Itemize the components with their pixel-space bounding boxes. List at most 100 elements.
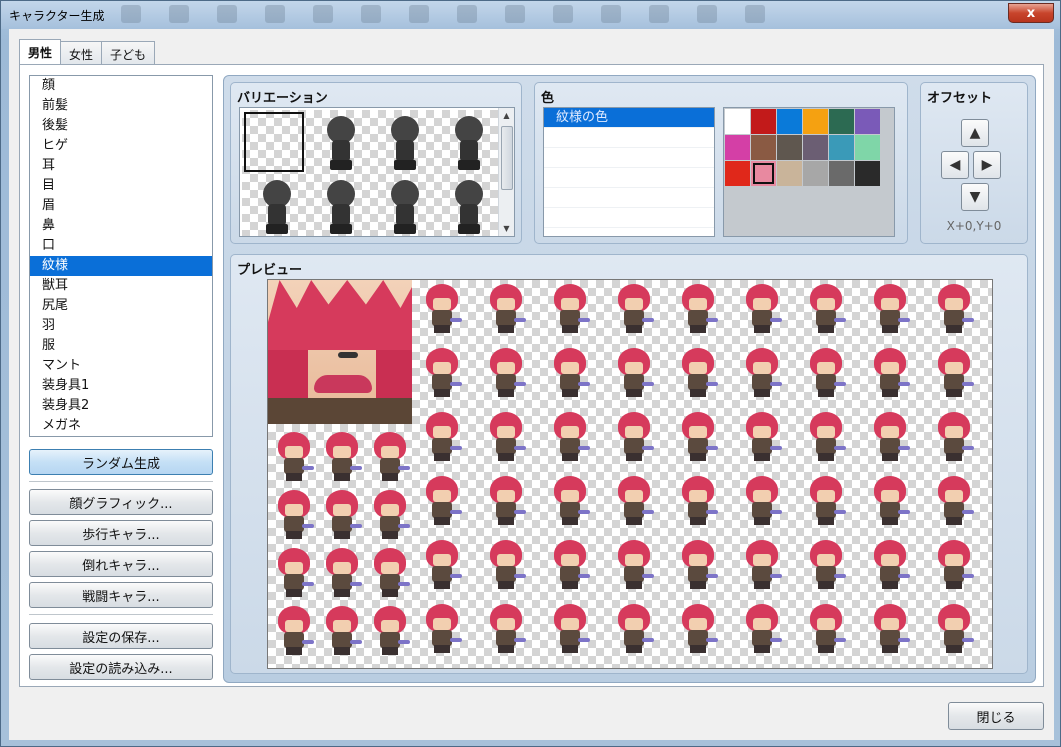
- part-item[interactable]: 羽: [30, 316, 212, 336]
- title-bar[interactable]: キャラクター生成 x: [1, 1, 1060, 29]
- battle-chara-button[interactable]: 戦闘キャラ...: [29, 582, 213, 608]
- part-item[interactable]: 鼻: [30, 216, 212, 236]
- tab-male[interactable]: 男性: [19, 39, 62, 65]
- part-item[interactable]: 眉: [30, 196, 212, 216]
- variation-cell[interactable]: [242, 174, 306, 236]
- color-swatch[interactable]: [803, 109, 828, 134]
- character-sprite: [484, 602, 528, 656]
- color-swatch[interactable]: [777, 109, 802, 134]
- part-item[interactable]: 装身具1: [30, 376, 212, 396]
- character-sprite: [932, 410, 976, 464]
- character-sprite: [420, 538, 464, 592]
- window-close-button[interactable]: x: [1008, 3, 1054, 23]
- color-swatch[interactable]: [855, 109, 880, 134]
- variation-cell[interactable]: [434, 110, 498, 174]
- color-swatch[interactable]: [777, 161, 802, 186]
- part-item[interactable]: 後髪: [30, 116, 212, 136]
- variation-scrollbar[interactable]: ▲ ▼: [498, 108, 514, 236]
- variation-cell[interactable]: [306, 110, 370, 174]
- character-sprite: [548, 282, 592, 336]
- tab-female[interactable]: 女性: [60, 41, 103, 65]
- character-sprite: [420, 346, 464, 400]
- random-generate-button[interactable]: ランダム生成: [29, 449, 213, 475]
- color-swatch[interactable]: [751, 161, 776, 186]
- part-item[interactable]: ヒゲ: [30, 136, 212, 156]
- part-item[interactable]: マント: [30, 356, 212, 376]
- character-sprite: [932, 346, 976, 400]
- tab-child[interactable]: 子ども: [101, 41, 156, 65]
- character-sprite: [548, 602, 592, 656]
- part-item[interactable]: 口: [30, 236, 212, 256]
- character-sprite: [868, 410, 912, 464]
- offset-value: X+0,Y+0: [946, 219, 1002, 233]
- variation-list[interactable]: ▲ ▼: [239, 107, 515, 237]
- title-bar-background: [121, 5, 801, 25]
- parts-list[interactable]: 顔前髪 後髪 ヒゲ耳目眉鼻口紋様 獣耳 尻尾羽服マント 装身具1 装身具2 メガネ: [29, 75, 213, 437]
- face-graphic-button[interactable]: 顔グラフィック...: [29, 489, 213, 515]
- color-swatch[interactable]: [751, 109, 776, 134]
- color-swatch[interactable]: [855, 161, 880, 186]
- character-sprite: [676, 474, 720, 528]
- variation-cell[interactable]: [434, 174, 498, 236]
- walk-chara-button[interactable]: 歩行キャラ...: [29, 520, 213, 546]
- character-sprite: [612, 474, 656, 528]
- variation-cell[interactable]: [242, 110, 306, 174]
- save-settings-button[interactable]: 設定の保存...: [29, 623, 213, 649]
- variation-cell[interactable]: [370, 174, 434, 236]
- color-swatch[interactable]: [725, 109, 750, 134]
- character-sprite: [676, 346, 720, 400]
- color-swatch[interactable]: [829, 135, 854, 160]
- color-swatch[interactable]: [855, 135, 880, 160]
- load-settings-button[interactable]: 設定の読み込み...: [29, 654, 213, 680]
- tab-panel: 顔前髪 後髪 ヒゲ耳目眉鼻口紋様 獣耳 尻尾羽服マント 装身具1 装身具2 メガネ ランダム生…: [19, 64, 1044, 687]
- variation-cell[interactable]: [370, 110, 434, 174]
- color-swatch[interactable]: [725, 135, 750, 160]
- close-button[interactable]: 閉じる: [948, 702, 1044, 730]
- color-swatch[interactable]: [803, 161, 828, 186]
- color-row-empty: [544, 168, 714, 188]
- silhouette-icon: [324, 116, 355, 170]
- character-sprite: [868, 538, 912, 592]
- part-item[interactable]: 尻尾: [30, 296, 212, 316]
- character-sprite: [612, 538, 656, 592]
- gender-tabs: 男性 女性 子ども: [19, 39, 156, 65]
- color-palette[interactable]: [723, 107, 895, 237]
- part-item[interactable]: 紋様: [30, 256, 212, 276]
- offset-right-button[interactable]: ▶: [973, 151, 1001, 179]
- color-swatch[interactable]: [829, 161, 854, 186]
- part-item[interactable]: 耳: [30, 156, 212, 176]
- variation-cell[interactable]: [306, 174, 370, 236]
- part-item[interactable]: 服: [30, 336, 212, 356]
- character-sprite: [676, 602, 720, 656]
- down-chara-button[interactable]: 倒れキャラ...: [29, 551, 213, 577]
- part-item[interactable]: 顔: [30, 76, 212, 96]
- arrow-left-icon: ◀: [949, 157, 961, 173]
- color-swatch[interactable]: [725, 161, 750, 186]
- part-item[interactable]: 前髪: [30, 96, 212, 116]
- color-swatch[interactable]: [829, 109, 854, 134]
- character-sprite: [420, 410, 464, 464]
- offset-down-button[interactable]: ▼: [961, 183, 989, 211]
- part-item[interactable]: 目: [30, 176, 212, 196]
- color-target-list[interactable]: 紋様の色: [543, 107, 715, 237]
- part-item[interactable]: 装身具2: [30, 396, 212, 416]
- offset-left-button[interactable]: ◀: [941, 151, 969, 179]
- close-icon: x: [1026, 5, 1036, 21]
- character-sprite: [868, 282, 912, 336]
- offset-up-button[interactable]: ▲: [961, 119, 989, 147]
- part-item[interactable]: メガネ: [30, 416, 212, 436]
- character-sprite: [320, 604, 364, 658]
- variation-group: バリエーション ▲ ▼: [230, 82, 522, 244]
- part-item[interactable]: 獣耳: [30, 276, 212, 296]
- scroll-thumb[interactable]: [501, 126, 513, 190]
- color-swatch[interactable]: [803, 135, 828, 160]
- color-swatch[interactable]: [777, 135, 802, 160]
- scroll-down-icon[interactable]: ▼: [499, 221, 514, 236]
- color-swatch[interactable]: [751, 135, 776, 160]
- character-sprite: [612, 410, 656, 464]
- offset-title: オフセット: [927, 91, 993, 106]
- color-row-pattern[interactable]: 紋様の色: [544, 108, 714, 128]
- scroll-up-icon[interactable]: ▲: [499, 108, 514, 123]
- character-sprite: [740, 602, 784, 656]
- preview-group: プレビュー: [230, 254, 1028, 674]
